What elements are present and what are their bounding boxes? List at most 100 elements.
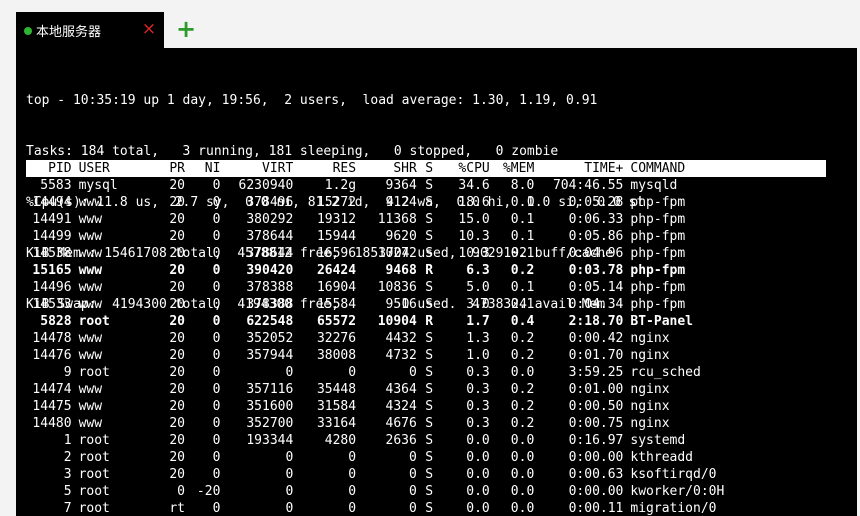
cell-virt: 622548: [246, 314, 294, 329]
cell-res: 0: [348, 484, 357, 499]
cell-command: ksoftirqd/0: [630, 467, 717, 482]
cell-user: www: [78, 399, 103, 414]
uptime-line: top - 10:35:19 up 1 day, 19:56, 2 users,…: [26, 93, 598, 108]
cell-cpu: 0.0: [466, 467, 490, 482]
table-row: 14474 www 20 0 357116 35448 4364 S 0.3 0.2 0:01.00…: [26, 381, 826, 398]
cell-time: 0:16.97: [568, 433, 624, 448]
table-row: 5583 mysql 20 0 6230940 1.2g 9364 S 34.6 8.0 704:4…: [26, 177, 826, 194]
table-row: 2 root 20 0 0 0 0 S 0.0 0.0 0:00.00 kthreadd: [26, 449, 826, 466]
cell-pid: 9: [63, 365, 72, 380]
cell-cpu: 1.7: [466, 314, 490, 329]
cell-virt: 378496: [246, 195, 294, 210]
cell-user: www: [78, 348, 103, 363]
cell-res: 1.2g: [324, 178, 357, 193]
terminal-window[interactable]: top - 10:35:19 up 1 day, 19:56, 2 users,…: [16, 48, 857, 516]
cell-ni: 0: [212, 348, 221, 363]
cell-pid: 14478: [32, 331, 72, 346]
cell-command: php-fpm: [630, 229, 686, 244]
table-row: 14478 www 20 0 352052 32276 4432 S 1.3 0.2 0:00.42…: [26, 330, 826, 347]
cell-shr: 9364: [385, 178, 417, 193]
cell-shr: 2636: [385, 433, 417, 448]
cell-res: 15944: [316, 229, 357, 244]
table-row: 14533 www 20 0 378388 15584 9516 S 3.0 0.1 0:04.34…: [26, 296, 826, 313]
cell-state: S: [425, 212, 434, 227]
cell-pid: 5583: [40, 178, 72, 193]
cell-virt: 193344: [246, 433, 294, 448]
cell-virt: 352700: [246, 416, 294, 431]
cell-user: www: [78, 297, 103, 312]
cell-shr: 11368: [377, 212, 417, 227]
cell-state: S: [425, 365, 434, 380]
column-header-time: TIME+: [584, 161, 624, 176]
cell-state: S: [425, 484, 434, 499]
cell-pr: 20: [169, 263, 185, 278]
cell-ni: 0: [212, 246, 221, 261]
cell-virt: 351600: [246, 399, 294, 414]
cell-cpu: 0.0: [466, 433, 490, 448]
cell-time: 2:18.70: [568, 314, 624, 329]
cell-pid: 14533: [32, 297, 72, 312]
column-header-shr: SHR: [393, 161, 417, 176]
cell-shr: 0: [409, 467, 417, 482]
column-header-ni: NI: [204, 161, 221, 176]
cell-shr: 0: [409, 365, 417, 380]
cell-mem: 0.0: [510, 484, 535, 499]
table-row: 14480 www 20 0 352700 33164 4676 S 0.3 0.2 0:00.75…: [26, 415, 826, 432]
tab-local-server[interactable]: 本地服务器 ×: [16, 12, 164, 48]
table-row: 14499 www 20 0 378644 15944 9620 S 10.3 0.1 0:05.8…: [26, 228, 826, 245]
table-row: 7 root rt 0 0 0 0 S 0.0 0.0 0:00.11 migration/0: [26, 500, 826, 516]
table-row: 15165 www 20 0 390420 26424 9468 R 6.3 0.2 0:03.78…: [26, 262, 826, 279]
cell-time: 0:00.11: [568, 501, 624, 516]
cell-state: S: [425, 246, 434, 261]
cell-pr: 20: [169, 399, 185, 414]
cell-time: 0:05.28: [568, 195, 624, 210]
cell-pr: 0: [177, 484, 185, 499]
cell-command: php-fpm: [630, 280, 686, 295]
cell-pr: 20: [169, 297, 185, 312]
table-row: 14491 www 20 0 380292 19312 11368 S 15.0 0.1 0:06.…: [26, 211, 826, 228]
cell-pr: 20: [169, 178, 185, 193]
cell-virt: 380292: [246, 212, 294, 227]
cell-pr: 20: [169, 195, 185, 210]
cell-res: 35448: [316, 382, 357, 397]
table-row: 14476 www 20 0 357944 38008 4732 S 1.0 0.2 0:01.70…: [26, 347, 826, 364]
cell-mem: 0.2: [510, 416, 535, 431]
cell-virt: 0: [285, 365, 294, 380]
cell-pid: 2: [63, 450, 72, 465]
close-icon[interactable]: ×: [140, 19, 158, 39]
cell-state: S: [425, 433, 434, 448]
cell-user: www: [78, 229, 103, 244]
cell-ni: 0: [212, 450, 221, 465]
cell-res: 19312: [316, 212, 357, 227]
cell-state: S: [425, 450, 434, 465]
cell-time: 0:01.00: [568, 382, 624, 397]
cell-virt: 357944: [246, 348, 294, 363]
cell-pid: 1: [63, 433, 72, 448]
table-row: 1 root 20 0 193344 4280 2636 S 0.0 0.0 0:16.97 syst…: [26, 432, 826, 449]
add-tab-icon[interactable]: +: [175, 17, 197, 42]
cell-time: 0:03.78: [568, 263, 624, 278]
cell-pr: 20: [169, 280, 185, 295]
cell-virt: 6230940: [238, 178, 294, 193]
cell-user: www: [78, 331, 103, 346]
cell-state: R: [425, 314, 434, 329]
cell-res: 16904: [316, 280, 357, 295]
cell-ni: 0: [212, 314, 221, 329]
cell-cpu: 3.0: [466, 297, 490, 312]
cell-time: 0:04.96: [568, 246, 624, 261]
cell-time: 0:00.42: [568, 331, 624, 346]
cell-virt: 378644: [246, 229, 294, 244]
cell-user: www: [78, 195, 103, 210]
cell-mem: 0.0: [510, 467, 535, 482]
cell-command: nginx: [630, 382, 670, 397]
cell-pr: 20: [169, 348, 185, 363]
cell-virt: 378388: [246, 280, 294, 295]
cell-cpu: 1.3: [466, 331, 490, 346]
cell-time: 0:05.14: [568, 280, 624, 295]
cell-state: S: [425, 297, 434, 312]
cell-pr: 20: [169, 416, 185, 431]
cell-cpu: 0.3: [466, 382, 490, 397]
cell-cpu: 0.3: [466, 416, 490, 431]
cell-mem: 0.2: [510, 382, 535, 397]
cell-command: php-fpm: [630, 297, 686, 312]
